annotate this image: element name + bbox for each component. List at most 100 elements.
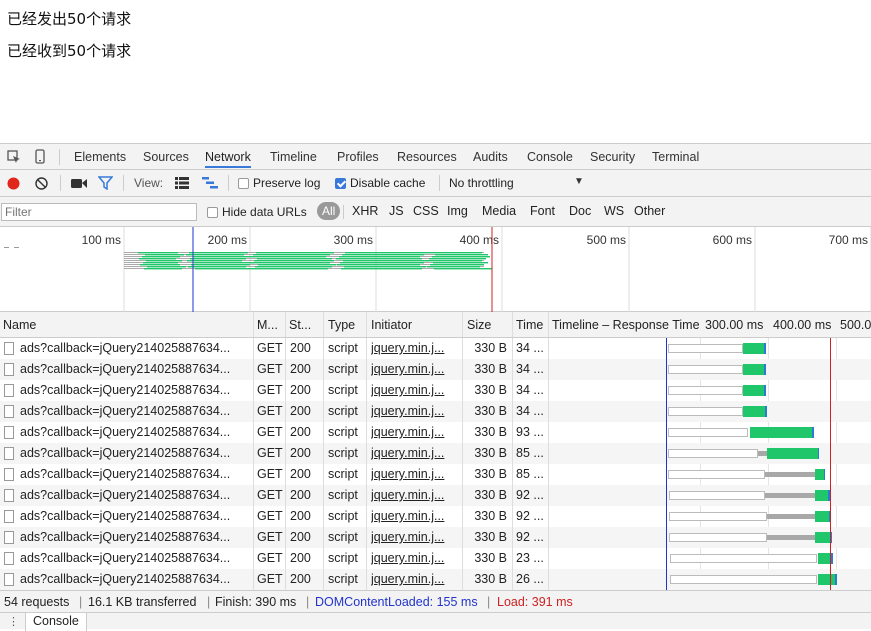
waterfall-receive-bar	[767, 448, 818, 459]
filter-type-font[interactable]: Font	[530, 204, 555, 218]
tab-sources[interactable]: Sources	[143, 150, 189, 164]
overview-waterfall-icon[interactable]	[202, 177, 218, 192]
tab-network[interactable]: Network	[205, 150, 251, 168]
cell-name[interactable]: ads?callback=jQuery214025887634...	[20, 446, 250, 460]
cell-name[interactable]: ads?callback=jQuery214025887634...	[20, 383, 250, 397]
col-type[interactable]: Type	[328, 318, 355, 332]
cell-name[interactable]: ads?callback=jQuery214025887634...	[20, 551, 250, 565]
table-row[interactable]: ads?callback=jQuery214025887634... GET 200…	[0, 569, 871, 590]
waterfall-receive-bar	[743, 364, 764, 375]
cell-name[interactable]: ads?callback=jQuery214025887634...	[20, 341, 250, 355]
filter-type-other[interactable]: Other	[634, 204, 665, 218]
col-size[interactable]: Size	[467, 318, 491, 332]
col-name[interactable]: Name	[3, 318, 36, 332]
preserve-log-box[interactable]	[238, 178, 249, 189]
cell-initiator[interactable]: jquery.min.j...	[371, 383, 459, 397]
overview-request-receive	[426, 260, 482, 262]
tab-profiles[interactable]: Profiles	[337, 150, 379, 164]
cell-initiator[interactable]: jquery.min.j...	[371, 362, 459, 376]
cell-size: 330 B	[474, 425, 507, 439]
cell-initiator[interactable]: jquery.min.j...	[371, 467, 459, 481]
drawer-menu-icon[interactable]: ⋮	[8, 615, 19, 628]
cell-initiator[interactable]: jquery.min.j...	[371, 446, 459, 460]
screenshot-camera-icon[interactable]	[71, 178, 87, 192]
cell-name[interactable]: ads?callback=jQuery214025887634...	[20, 509, 250, 523]
col-status[interactable]: St...	[289, 318, 311, 332]
preserve-log-checkbox[interactable]: Preserve log	[238, 176, 320, 190]
table-row[interactable]: ads?callback=jQuery214025887634... GET 200…	[0, 422, 871, 443]
tab-console[interactable]: Console	[527, 150, 573, 164]
cell-size: 330 B	[474, 488, 507, 502]
tab-resources[interactable]: Resources	[397, 150, 457, 164]
cell-initiator[interactable]: jquery.min.j...	[371, 425, 459, 439]
table-row[interactable]: ads?callback=jQuery214025887634... GET 200…	[0, 527, 871, 548]
filter-type-doc[interactable]: Doc	[569, 204, 591, 218]
disable-cache-checkbox[interactable]: Disable cache	[335, 176, 425, 190]
cell-size: 330 B	[474, 530, 507, 544]
cell-initiator[interactable]: jquery.min.j...	[371, 404, 459, 418]
cell-name[interactable]: ads?callback=jQuery214025887634...	[20, 572, 250, 586]
filter-type-all[interactable]: All	[317, 202, 341, 220]
cell-size: 330 B	[474, 404, 507, 418]
waterfall-download-bar	[764, 343, 766, 354]
filter-type-ws[interactable]: WS	[604, 204, 624, 218]
overview-graph[interactable]: 100 ms 200 ms 300 ms 400 ms 500 ms 600 ms 700 …	[0, 227, 871, 312]
cell-name[interactable]: ads?callback=jQuery214025887634...	[20, 530, 250, 544]
filter-type-img[interactable]: Img	[447, 204, 468, 218]
inspect-element-icon[interactable]	[7, 150, 21, 167]
cell-initiator[interactable]: jquery.min.j...	[371, 572, 459, 586]
tab-timeline[interactable]: Timeline	[270, 150, 317, 164]
filter-type-js[interactable]: JS	[389, 204, 404, 218]
overview-request-receive	[252, 268, 328, 270]
record-icon[interactable]	[7, 177, 20, 193]
tab-audits[interactable]: Audits	[473, 150, 508, 164]
overview-request-receive	[432, 256, 490, 258]
cell-name[interactable]: ads?callback=jQuery214025887634...	[20, 425, 250, 439]
col-time[interactable]: Time	[516, 318, 543, 332]
cell-size: 330 B	[474, 572, 507, 586]
filter-funnel-icon[interactable]	[97, 176, 114, 193]
table-row[interactable]: ads?callback=jQuery214025887634... GET 200…	[0, 359, 871, 380]
device-mode-icon[interactable]	[35, 149, 45, 167]
cell-initiator[interactable]: jquery.min.j...	[371, 488, 459, 502]
table-row[interactable]: ads?callback=jQuery214025887634... GET 200…	[0, 401, 871, 422]
table-row[interactable]: ads?callback=jQuery214025887634... GET 200…	[0, 443, 871, 464]
cell-initiator[interactable]: jquery.min.j...	[371, 551, 459, 565]
tab-elements[interactable]: Elements	[74, 150, 126, 164]
filter-type-media[interactable]: Media	[482, 204, 516, 218]
tab-terminal[interactable]: Terminal	[652, 150, 699, 164]
cell-initiator[interactable]: jquery.min.j...	[371, 509, 459, 523]
throttling-select[interactable]: No throttling ▼	[449, 176, 584, 190]
overview-tick-label: 500 ms	[587, 233, 626, 247]
table-row[interactable]: ads?callback=jQuery214025887634... GET 200…	[0, 464, 871, 485]
cell-name[interactable]: ads?callback=jQuery214025887634...	[20, 404, 250, 418]
table-row[interactable]: ads?callback=jQuery214025887634... GET 200…	[0, 380, 871, 401]
drawer-tabbar: ⋮ Console	[0, 612, 871, 631]
cell-method: GET	[257, 509, 283, 523]
col-method[interactable]: M...	[257, 318, 278, 332]
table-row[interactable]: ads?callback=jQuery214025887634... GET 200…	[0, 548, 871, 569]
cell-status: 200	[290, 509, 311, 523]
disable-cache-box[interactable]	[335, 178, 346, 189]
cell-initiator[interactable]: jquery.min.j...	[371, 530, 459, 544]
table-row[interactable]: ads?callback=jQuery214025887634... GET 200…	[0, 338, 871, 359]
filter-input[interactable]	[1, 203, 197, 221]
document-file-icon	[4, 405, 14, 418]
cell-name[interactable]: ads?callback=jQuery214025887634...	[20, 362, 250, 376]
tab-security[interactable]: Security	[590, 150, 635, 164]
drawer-console-tab[interactable]: Console	[25, 613, 87, 631]
cell-initiator[interactable]: jquery.min.j...	[371, 341, 459, 355]
table-row[interactable]: ads?callback=jQuery214025887634... GET 200…	[0, 506, 871, 527]
hide-data-urls-checkbox[interactable]: Hide data URLs	[207, 205, 307, 219]
large-rows-icon[interactable]	[175, 177, 189, 192]
cell-name[interactable]: ads?callback=jQuery214025887634...	[20, 467, 250, 481]
clear-icon[interactable]	[35, 177, 48, 193]
filter-type-css[interactable]: CSS	[413, 204, 439, 218]
col-initiator[interactable]: Initiator	[371, 318, 412, 332]
cell-time: 34 ...	[516, 404, 544, 418]
filter-type-xhr[interactable]: XHR	[352, 204, 378, 218]
col-timeline[interactable]: Timeline – Response Time	[552, 318, 700, 332]
table-row[interactable]: ads?callback=jQuery214025887634... GET 200…	[0, 485, 871, 506]
hide-data-urls-box[interactable]	[207, 207, 218, 218]
cell-name[interactable]: ads?callback=jQuery214025887634...	[20, 488, 250, 502]
